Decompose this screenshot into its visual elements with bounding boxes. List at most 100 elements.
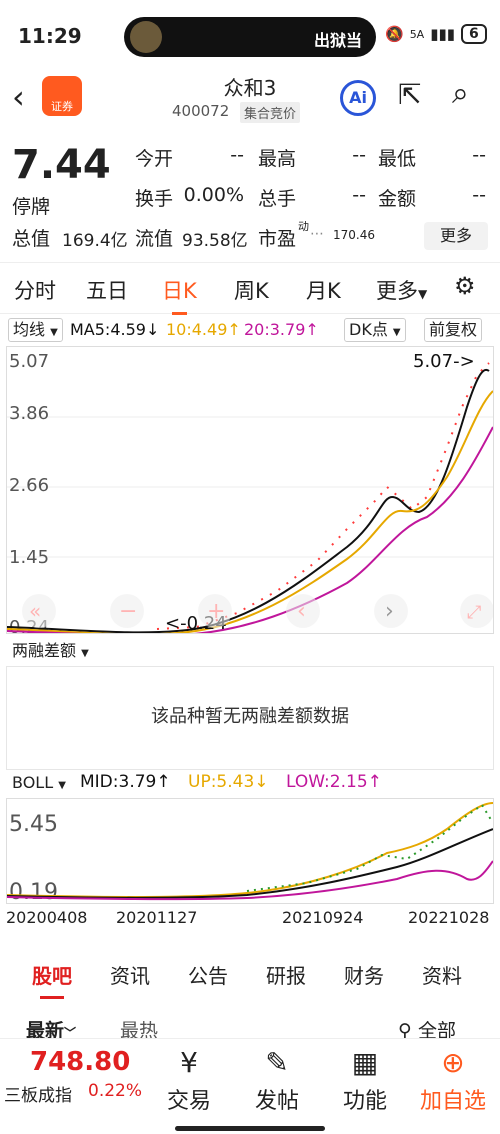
index-name[interactable]: 三板成指: [4, 1081, 72, 1106]
trading-state: 停牌: [12, 196, 51, 218]
fast-backward-icon: «: [29, 599, 41, 623]
boll-up-value: UP:5.43: [188, 772, 255, 792]
stock-header: ‹ 证券 众和3 400072 集合竞价 Ai ⇱ ⌕: [0, 72, 500, 128]
plus-circle-icon: ⊕: [441, 1046, 465, 1079]
boll-selector[interactable]: BOLL ▼: [8, 772, 70, 796]
ma20-value: 20:3.79: [244, 320, 306, 339]
volume-value: --: [352, 184, 366, 206]
tab-news[interactable]: 资讯: [110, 960, 150, 989]
float-cap-label: 流值: [135, 228, 174, 250]
battery-icon: 6: [460, 24, 487, 44]
add-watchlist-button[interactable]: ⊕ 加自选: [418, 1043, 488, 1115]
date-tick: 20200408: [6, 908, 88, 927]
media-thumbnail: [130, 21, 162, 53]
ma20-line: [6, 426, 494, 637]
turnover-label: 换手: [135, 188, 174, 210]
tab-profile[interactable]: 资料: [422, 960, 462, 989]
functions-button[interactable]: ▦ 功能: [330, 1043, 400, 1115]
k-line-chart[interactable]: 5.07 3.86 2.66 1.45 0.24 5.07-> <-0.24 «…: [6, 346, 494, 638]
last-price: 7.44: [12, 142, 111, 188]
chevron-down-icon: ▼: [418, 287, 428, 301]
pe-label: 市盈: [258, 228, 297, 250]
zoom-out-icon: −: [119, 599, 137, 624]
boll-legend: BOLL ▼ MID:3.79↑ UP:5.43↓ LOW:2.15↑: [0, 772, 500, 798]
status-bar: 11:29 出狱当 🔕 5A ▮▮▮ 6: [0, 0, 500, 72]
ma5-value: MA5:4.59: [70, 320, 146, 339]
ai-icon[interactable]: Ai: [340, 80, 376, 116]
edit-icon: ✎: [265, 1046, 289, 1079]
margin-selector[interactable]: 两融差额 ▼: [8, 640, 93, 664]
boll-svg: 5.45 0.19: [6, 802, 494, 905]
amount-value: --: [472, 184, 486, 206]
status-icons: 🔕 5A ▮▮▮ 6: [385, 24, 487, 44]
y-tick: 1.45: [9, 547, 49, 568]
settings-gear-icon[interactable]: ⚙: [454, 272, 476, 300]
boll-mid: MID:3.79↑: [80, 772, 171, 792]
tab-daily-k[interactable]: 日K: [162, 275, 197, 315]
tab-more-label: 更多: [376, 279, 418, 303]
float-cap-value: 93.58亿: [182, 231, 248, 251]
tab-more[interactable]: 更多▼: [376, 275, 427, 305]
trade-label: 交易: [166, 1089, 211, 1114]
dk-point-button[interactable]: DK点 ▼: [344, 318, 406, 342]
auction-badge[interactable]: 集合竞价: [240, 102, 301, 123]
period-tabs: 分时 五日 日K 周K 月K 更多▼ ⚙: [0, 262, 500, 315]
tab-intraday[interactable]: 分时: [14, 275, 56, 305]
signal-icon: 5A: [409, 27, 425, 41]
tab-monthly-k[interactable]: 月K: [306, 275, 341, 305]
grid-icon: ▦: [351, 1046, 379, 1079]
boll-low: LOW:2.15↑: [286, 772, 382, 792]
low-label: 最低: [378, 148, 417, 170]
tab-five-day[interactable]: 五日: [86, 275, 128, 305]
boll-chart[interactable]: 5.45 0.19: [6, 798, 494, 905]
adjust-button[interactable]: 前复权: [424, 318, 483, 342]
scroll-right-icon: ›: [385, 599, 394, 624]
total-cap-value: 169.4亿: [62, 231, 128, 251]
date-axis: 20200408 20201127 20210924 20221028: [0, 906, 500, 930]
yen-icon: ¥: [180, 1046, 198, 1079]
quote-panel: 7.44 停牌 今开 -- 最高 -- 最低 -- 换手 0.00% 总手 --…: [0, 136, 500, 254]
index-value[interactable]: 748.80: [30, 1047, 130, 1077]
ma5-line: [6, 368, 490, 634]
tab-research[interactable]: 研报: [266, 960, 306, 989]
add-watchlist-label: 加自选: [419, 1089, 486, 1114]
date-tick: 20201127: [116, 908, 198, 927]
sort-bar: 最新﹀ 最热 ⚲ 全部: [0, 1016, 500, 1042]
total-cap-label: 总值: [12, 228, 51, 250]
tab-finance[interactable]: 财务: [344, 960, 384, 989]
y-tick: 3.86: [9, 403, 49, 424]
more-quote-button[interactable]: 更多: [424, 222, 488, 250]
boll-top-tick: 5.45: [9, 812, 58, 837]
y-tick: 2.66: [9, 475, 49, 496]
boll-selector-label: BOLL: [12, 773, 54, 792]
ma10-value: 10:4.49: [166, 320, 228, 339]
high-label: 最高: [258, 148, 297, 170]
margin-selector-label: 两融差额: [12, 641, 77, 660]
indicator-selector[interactable]: 均线 ▼: [8, 318, 63, 342]
search-icon[interactable]: ⌕: [452, 76, 469, 111]
dynamic-island[interactable]: 出狱当: [124, 17, 376, 57]
tab-weekly-k[interactable]: 周K: [234, 275, 269, 305]
info-icon[interactable]: ⋯: [310, 226, 324, 242]
boll-bottom-tick: 0.19: [9, 880, 58, 903]
chart-controls: « − + ‹ › ⤢: [22, 594, 494, 628]
tab-announcements[interactable]: 公告: [188, 960, 228, 989]
dk-point-label: DK点: [349, 320, 388, 339]
open-label: 今开: [135, 148, 174, 170]
boll-up: UP:5.43↓: [188, 772, 269, 792]
tab-forum[interactable]: 股吧: [32, 960, 72, 999]
ma-legend: 均线 ▼ MA5:4.59↓ 10:4.49↑ 20:3.79↑ DK点 ▼ 前…: [0, 318, 500, 344]
share-icon[interactable]: ⇱: [398, 78, 421, 111]
mute-icon: 🔕: [385, 25, 404, 43]
fullscreen-icon: ⤢: [467, 602, 482, 623]
indicator-selector-label: 均线: [13, 320, 46, 339]
amount-label: 金额: [378, 188, 417, 210]
low-value: --: [472, 144, 486, 166]
turnover-value: 0.00%: [183, 184, 244, 206]
boll-price-series: [246, 803, 494, 892]
bottom-bar: 748.80 三板成指 0.22% ¥ 交易 ✎ 发帖 ▦ 功能 ⊕ 加自选: [0, 1038, 500, 1134]
post-button[interactable]: ✎ 发帖: [242, 1043, 312, 1115]
boll-low-value: LOW:2.15: [286, 772, 368, 792]
ma5-label: MA5:4.59↓: [70, 320, 160, 339]
trade-button[interactable]: ¥ 交易: [154, 1043, 224, 1115]
